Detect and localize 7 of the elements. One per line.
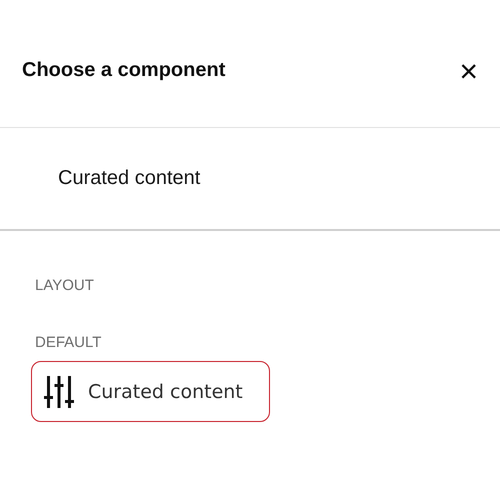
component-option[interactable]: Curated content — [31, 361, 270, 422]
section-heading: LAYOUT — [35, 277, 95, 294]
sliders-icon — [44, 376, 74, 408]
selected-component: Curated content — [58, 167, 200, 190]
close-button[interactable]: × — [459, 54, 478, 86]
section-heading: DEFAULT — [35, 334, 102, 351]
dialog-title: Choose a component — [22, 59, 226, 82]
